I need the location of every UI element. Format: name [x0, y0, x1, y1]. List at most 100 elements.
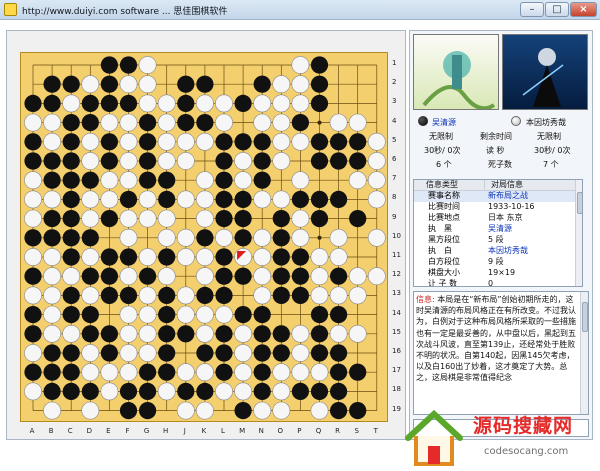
row-label: 4 [392, 116, 397, 125]
white-stone [81, 209, 100, 228]
white-stone [138, 209, 157, 228]
black-stone [62, 75, 80, 93]
black-stone [330, 152, 348, 170]
black-stone [158, 306, 176, 324]
white-stone [138, 286, 157, 305]
black-stone [139, 171, 157, 189]
table-row[interactable]: 让 子 数 0 [414, 279, 582, 286]
scroll-thumb[interactable] [582, 302, 588, 332]
white-stone [81, 132, 100, 151]
black-stone [100, 286, 118, 304]
white-stone [138, 305, 157, 324]
maximize-button[interactable]: □ [545, 2, 569, 17]
black-stone [215, 248, 233, 266]
table-row[interactable]: 执 黑 吴清源 [414, 224, 582, 235]
white-stone [310, 401, 329, 420]
white-stone [272, 152, 291, 170]
black-stone [62, 286, 80, 304]
white-stone [310, 286, 329, 305]
black-stone [24, 363, 42, 381]
white-stone [157, 382, 176, 401]
black-stone [234, 306, 252, 324]
black-stone [310, 210, 329, 228]
white-stone [291, 228, 310, 247]
black-stone [177, 94, 195, 112]
table-cell-key: 白方段位 [428, 257, 460, 266]
white-stone [195, 363, 214, 382]
byoyomi-label: 读 秒 [486, 146, 505, 155]
white-stone [81, 344, 100, 362]
row-label: 17 [392, 366, 401, 375]
white-stone [176, 248, 195, 266]
white-stone [215, 305, 233, 324]
black-stone [253, 363, 271, 381]
white-stone [367, 228, 386, 247]
black-stone [81, 171, 99, 189]
white-stone [24, 209, 42, 228]
table-row[interactable]: 棋盘大小 19×19 [414, 268, 582, 279]
black-stone [234, 210, 252, 228]
table-cell-key: 比赛时间 [428, 202, 460, 211]
white-stone [253, 401, 272, 420]
black-stone [62, 229, 80, 247]
white-stone [24, 190, 42, 209]
comment-scrollbar[interactable] [580, 292, 588, 414]
black-stone [215, 190, 233, 208]
table-row[interactable]: 执 白 本因坊秀哉 [414, 246, 582, 257]
white-stone [138, 94, 157, 113]
white-stone [291, 209, 310, 228]
white-stone [119, 324, 138, 343]
column-label: Q [315, 427, 322, 435]
black-stone [272, 229, 290, 247]
black-stone [330, 344, 348, 362]
white-stone [367, 171, 386, 190]
row-label: 9 [392, 212, 397, 221]
black-stone [139, 402, 157, 420]
black-stone [310, 382, 329, 400]
black-stone [24, 267, 42, 285]
remaining-time-label: 剩余时间 [480, 132, 512, 141]
comment-box[interactable]: 信息: 本局是在“新布局”创始初期所走的，这时吴清源的布局风格正在有所改变。不过… [413, 291, 589, 415]
black-stone [62, 344, 80, 362]
black-stone [158, 325, 176, 343]
watermark-url: codesocang.com [484, 446, 569, 457]
white-stone [119, 267, 138, 286]
captured-label: 死子数 [488, 160, 512, 169]
black-stone [139, 152, 157, 170]
table-row[interactable]: 比赛时间 1933-10-16 [414, 202, 582, 213]
table-row[interactable]: 黑方段位 5 段 [414, 235, 582, 246]
black-stone [62, 248, 80, 266]
white-byoyomi: 30秒/ 0次 [534, 146, 571, 155]
black-stone [215, 267, 233, 285]
black-stone [272, 325, 290, 343]
black-stone [253, 325, 271, 343]
white-stone [272, 401, 291, 420]
black-stone [330, 402, 348, 420]
black-stone [119, 382, 138, 400]
white-stone [62, 94, 81, 113]
table-scrollbar[interactable] [575, 180, 582, 286]
white-stone [195, 248, 214, 266]
white-stone [348, 267, 367, 286]
minimize-button[interactable]: – [520, 2, 544, 17]
white-stone [43, 286, 62, 305]
scroll-thumb[interactable] [577, 192, 582, 214]
black-stone [196, 229, 214, 247]
table-row[interactable]: 白方段位 9 段 [414, 257, 582, 268]
white-stone [195, 305, 214, 324]
watermark: 源码搜藏网 codesocang.com [400, 408, 600, 471]
table-row[interactable]: 比赛地点 日本 东京 [414, 213, 582, 224]
column-label: D [86, 427, 92, 435]
black-stone [62, 210, 80, 228]
watermark-text: 源码搜藏网 [473, 415, 574, 437]
black-stone [177, 382, 195, 400]
close-button[interactable]: × [570, 2, 597, 17]
white-stone [367, 132, 386, 151]
column-label: P [297, 427, 302, 435]
go-board[interactable] [20, 52, 388, 422]
black-stone [158, 286, 176, 304]
black-stone [100, 267, 118, 285]
white-stone [367, 152, 386, 170]
table-cell-key: 赛事名称 [428, 191, 460, 200]
table-row[interactable]: 赛事名称 新布局之战 [414, 191, 582, 202]
